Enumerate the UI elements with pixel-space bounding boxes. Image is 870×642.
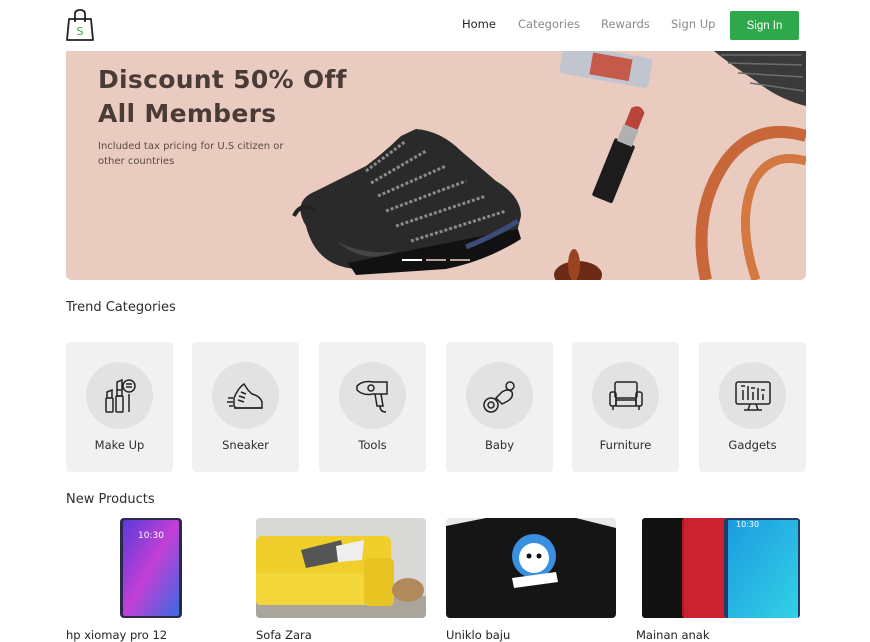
trend-categories-title: Trend Categories bbox=[66, 300, 176, 315]
product-card-phone[interactable]: 10:30 hp xiomay pro 12 bbox=[66, 518, 236, 642]
category-label: Sneaker bbox=[222, 438, 269, 452]
product-name[interactable]: hp xiomay pro 12 bbox=[66, 628, 167, 642]
product-name[interactable]: Sofa Zara bbox=[256, 628, 312, 642]
svg-text:S: S bbox=[77, 25, 84, 38]
product-image-shirt bbox=[446, 518, 616, 618]
shopping-bag-logo-icon[interactable]: S bbox=[66, 8, 94, 42]
category-icon-circle bbox=[212, 362, 279, 429]
category-icon-circle bbox=[719, 362, 786, 429]
category-icon-circle bbox=[466, 362, 533, 429]
product-name[interactable]: Uniklo baju bbox=[446, 628, 510, 642]
category-card-sneaker[interactable]: Sneaker bbox=[192, 342, 299, 472]
armchair-icon bbox=[608, 380, 643, 410]
product-image-sofa bbox=[256, 518, 426, 618]
hero-subtitle: Included tax pricing for U.S citizen or … bbox=[98, 141, 284, 167]
category-icon-circle bbox=[86, 362, 153, 429]
category-label: Make Up bbox=[94, 438, 145, 452]
svg-text:10:30: 10:30 bbox=[736, 520, 759, 529]
hairdryer-icon bbox=[355, 380, 388, 413]
product-name[interactable]: Mainan anak bbox=[636, 628, 710, 642]
sign-in-button[interactable]: Sign In bbox=[730, 11, 799, 40]
new-products-title: New Products bbox=[66, 492, 155, 507]
product-image-phones: 10:30 bbox=[636, 518, 806, 618]
nav-sign-up[interactable]: Sign Up bbox=[671, 17, 715, 31]
product-card-sofa[interactable]: Sofa Zara bbox=[256, 518, 426, 642]
nav-rewards[interactable]: Rewards bbox=[601, 17, 650, 31]
category-label: Gadgets bbox=[728, 438, 777, 452]
pacifier-icon bbox=[482, 380, 515, 413]
hero-banner[interactable]: Discount 50% Off All Members Included ta… bbox=[66, 51, 806, 280]
category-card-gadgets[interactable]: Gadgets bbox=[699, 342, 806, 472]
makeup-icon bbox=[104, 378, 136, 413]
carousel-indicators bbox=[402, 259, 470, 261]
product-card-shirt[interactable]: Uniklo baju bbox=[446, 518, 616, 642]
top-navbar: S Home Categories Rewards Sign Up Sign I… bbox=[0, 0, 870, 50]
product-image-phone: 10:30 bbox=[66, 518, 236, 618]
hero-title: Discount 50% Off All Members bbox=[98, 65, 347, 128]
product-card-phones[interactable]: 10:30 Mainan anak bbox=[636, 518, 806, 642]
category-card-baby[interactable]: Baby bbox=[446, 342, 553, 472]
monitor-icon bbox=[734, 380, 771, 411]
category-icon-circle bbox=[339, 362, 406, 429]
category-card-tools[interactable]: Tools bbox=[319, 342, 426, 472]
nav-categories[interactable]: Categories bbox=[518, 17, 580, 31]
category-card-furniture[interactable]: Furniture bbox=[572, 342, 679, 472]
sneaker-icon bbox=[226, 382, 263, 409]
category-icon-circle bbox=[592, 362, 659, 429]
carousel-dot-1[interactable] bbox=[402, 259, 422, 261]
carousel-dot-2[interactable] bbox=[426, 259, 446, 261]
carousel-dot-3[interactable] bbox=[450, 259, 470, 261]
category-label: Tools bbox=[358, 438, 387, 452]
nav-home[interactable]: Home bbox=[462, 17, 496, 31]
category-label: Baby bbox=[484, 438, 515, 452]
category-card-make-up[interactable]: Make Up bbox=[66, 342, 173, 472]
svg-text:10:30: 10:30 bbox=[138, 531, 164, 541]
category-label: Furniture bbox=[599, 438, 652, 452]
